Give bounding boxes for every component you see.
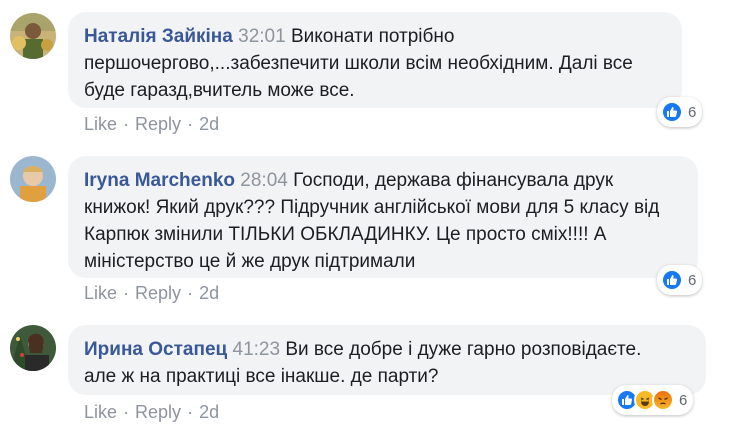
comment-text-line: першочергово,...забезпечити школи всім н… (84, 53, 633, 74)
like-link[interactable]: Like (84, 114, 117, 134)
comment-author[interactable]: Наталія Зайкіна (84, 26, 233, 47)
comment-timestamp[interactable]: 41:23 (233, 339, 281, 360)
angry-icon (652, 389, 674, 411)
like-icon (661, 101, 683, 123)
reaction-count: 6 (688, 103, 697, 121)
reaction-count: 6 (679, 391, 688, 409)
like-link[interactable]: Like (84, 402, 117, 422)
reaction-summary[interactable]: 6 (657, 97, 703, 127)
comment-text-line: Господи, держава фінансувала друк (293, 170, 614, 191)
comment-timestamp[interactable]: 32:01 (238, 26, 286, 47)
comment-text-line: Ви все добре і дуже гарно розповідаєте. (285, 339, 642, 360)
comment-age[interactable]: 2d (199, 114, 219, 134)
comment-bubble: Iryna Marchenko 28:04 Господи, держава ф… (68, 156, 698, 278)
reaction-summary[interactable]: 6 (657, 265, 703, 295)
comment-text-line: книжок! Який друк??? Підручник англійськ… (84, 197, 660, 218)
avatar[interactable] (10, 156, 56, 202)
separator-dot: · (123, 283, 130, 303)
reply-link[interactable]: Reply (135, 402, 181, 422)
reply-link[interactable]: Reply (135, 114, 181, 134)
avatar[interactable] (10, 13, 56, 59)
comment-text-line: Карпюк змінили ТІЛЬКИ ОБКЛАДИНКУ. Це про… (84, 224, 607, 245)
separator-dot: · (187, 402, 194, 422)
comment-age[interactable]: 2d (199, 283, 219, 303)
like-icon (661, 269, 683, 291)
comment-text-line: міністерство це й же друк підтримали (84, 251, 416, 272)
comment-text-line: буде гаразд,вчитель може все. (84, 80, 355, 101)
reaction-count: 6 (688, 271, 697, 289)
reply-link[interactable]: Reply (135, 283, 181, 303)
comment-author[interactable]: Iryna Marchenko (84, 170, 235, 191)
separator-dot: · (123, 114, 130, 134)
comment-timestamp[interactable]: 28:04 (240, 170, 288, 191)
comment-bubble: Ирина Остапец 41:23 Ви все добре і дуже … (68, 325, 706, 395)
comment-actions: Like · Reply · 2d (84, 283, 219, 304)
comment-actions: Like · Reply · 2d (84, 402, 219, 423)
reaction-summary[interactable]: 6 (612, 385, 694, 415)
comment-actions: Like · Reply · 2d (84, 114, 219, 135)
separator-dot: · (123, 402, 130, 422)
avatar[interactable] (10, 325, 56, 371)
comment-text-line: Виконати потрібно (290, 26, 455, 47)
separator-dot: · (187, 283, 194, 303)
comment-age[interactable]: 2d (199, 402, 219, 422)
comment-author[interactable]: Ирина Остапец (84, 339, 227, 360)
comment-text-line: але ж на практиці все інакше. де парти? (84, 366, 439, 387)
like-link[interactable]: Like (84, 283, 117, 303)
comment-bubble: Наталія Зайкіна 32:01 Виконати потрібно … (68, 12, 682, 108)
separator-dot: · (187, 114, 194, 134)
